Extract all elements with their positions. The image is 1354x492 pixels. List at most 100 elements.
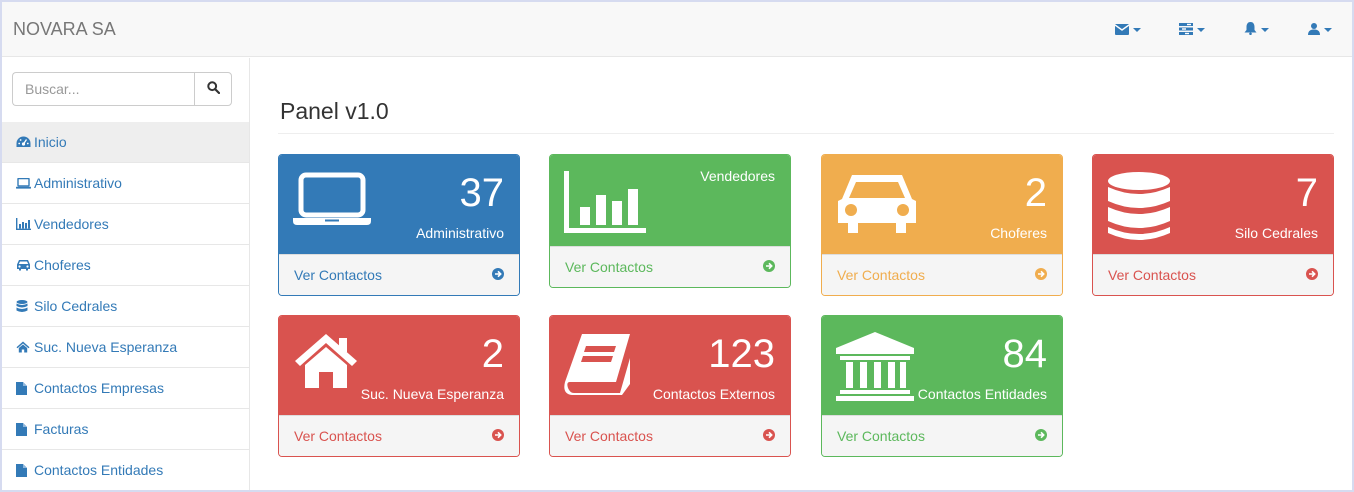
- panel-count: 123: [708, 332, 775, 376]
- panel-label: Contactos Entidades: [917, 386, 1047, 402]
- panel-link-label: Ver Contactos: [837, 267, 925, 283]
- sidebar-item-label: Inicio: [34, 134, 67, 150]
- database-icon: [1107, 171, 1171, 246]
- bar-chart-icon: [16, 218, 34, 230]
- panel-heading: Vendedores: [550, 155, 790, 247]
- sidebar-item-label: Suc. Nueva Esperanza: [34, 339, 178, 355]
- sidebar-item-vendedores[interactable]: Vendedores: [2, 204, 249, 245]
- dashboard-icon: [16, 136, 34, 148]
- view-contacts-link[interactable]: Ver Contactos: [279, 415, 519, 456]
- panel-count: 2: [1024, 171, 1047, 215]
- sidebar-item-contactos-entidades[interactable]: Contactos Entidades: [2, 450, 249, 490]
- top-navbar: NOVARA SA: [2, 2, 1352, 57]
- arrow-circle-right-icon: [763, 428, 775, 444]
- panel-administrativo: 37 Administrativo Ver Contactos: [278, 154, 520, 296]
- panel-suc-nueva-esperanza: 2 Suc. Nueva Esperanza Ver Contactos: [278, 315, 520, 457]
- panel-link-label: Ver Contactos: [294, 267, 382, 283]
- sidebar-item-label: Facturas: [34, 421, 89, 437]
- panel-link-label: Ver Contactos: [294, 428, 382, 444]
- panel-label: Suc. Nueva Esperanza: [360, 386, 504, 402]
- sidebar-item-choferes[interactable]: Choferes: [2, 245, 249, 286]
- panel-label: Vendedores: [700, 168, 775, 184]
- laptop-icon: [16, 177, 34, 189]
- panel-choferes: 2 Choferes Ver Contactos: [821, 154, 1063, 296]
- user-dropdown[interactable]: [1288, 2, 1352, 57]
- envelope-icon: [1114, 22, 1130, 38]
- panel-heading: 84 Contactos Entidades: [822, 316, 1062, 416]
- panel-count: 37: [459, 171, 505, 215]
- panel-link-label: Ver Contactos: [1108, 267, 1196, 283]
- home-icon: [293, 332, 359, 393]
- sidebar-item-label: Contactos Empresas: [34, 380, 164, 396]
- sidebar-menu: Inicio Administrativo Vendedores Chofere…: [2, 122, 249, 490]
- alerts-dropdown[interactable]: [1224, 2, 1288, 57]
- search-button[interactable]: [194, 72, 232, 106]
- sidebar-item-facturas[interactable]: Facturas: [2, 409, 249, 450]
- panel-contactos-externos: 123 Contactos Externos Ver Contactos: [549, 315, 791, 457]
- brand-title[interactable]: NOVARA SA: [13, 19, 116, 40]
- panel-heading: 2 Choferes: [822, 155, 1062, 255]
- sidebar-item-silo-cedrales[interactable]: Silo Cedrales: [2, 286, 249, 327]
- sidebar-item-suc-nueva-esperanza[interactable]: Suc. Nueva Esperanza: [2, 327, 249, 368]
- panel-label: Administrativo: [416, 225, 504, 241]
- panel-silo-cedrales: 7 Silo Cedrales Ver Contactos: [1092, 154, 1334, 296]
- view-contacts-link[interactable]: Ver Contactos: [550, 415, 790, 456]
- sidebar-item-administrativo[interactable]: Administrativo: [2, 163, 249, 204]
- search-input[interactable]: [12, 72, 194, 106]
- arrow-circle-right-icon: [492, 267, 504, 283]
- panel-label: Silo Cedrales: [1234, 225, 1318, 241]
- arrow-circle-right-icon: [1035, 267, 1047, 283]
- arrow-circle-right-icon: [1035, 428, 1047, 444]
- user-icon: [1308, 22, 1320, 38]
- file-icon: [16, 381, 34, 395]
- search-icon: [206, 81, 220, 97]
- sidebar-item-label: Choferes: [34, 257, 91, 273]
- arrow-circle-right-icon: [492, 428, 504, 444]
- panel-heading: 37 Administrativo: [279, 155, 519, 255]
- panel-heading: 2 Suc. Nueva Esperanza: [279, 316, 519, 416]
- car-icon: [836, 171, 918, 238]
- tasks-icon: [1179, 22, 1193, 38]
- chevron-down-icon: [1197, 27, 1205, 32]
- panel-link-label: Ver Contactos: [565, 428, 653, 444]
- navbar-actions: [1096, 2, 1352, 57]
- laptop-icon: [293, 171, 371, 230]
- sidebar-item-label: Silo Cedrales: [34, 298, 118, 314]
- view-contacts-link[interactable]: Ver Contactos: [550, 246, 790, 287]
- sidebar-item-inicio[interactable]: Inicio: [2, 122, 249, 163]
- panel-heading: 123 Contactos Externos: [550, 316, 790, 416]
- sidebar-item-contactos-empresas[interactable]: Contactos Empresas: [2, 368, 249, 409]
- panel-link-label: Ver Contactos: [565, 259, 653, 275]
- messages-dropdown[interactable]: [1096, 2, 1160, 57]
- file-icon: [16, 422, 34, 436]
- sidebar-item-label: Vendedores: [34, 216, 109, 232]
- view-contacts-link[interactable]: Ver Contactos: [822, 415, 1062, 456]
- home-icon: [16, 341, 34, 353]
- bell-icon: [1244, 21, 1257, 38]
- page-title: Panel v1.0: [280, 98, 389, 124]
- panel-heading: 7 Silo Cedrales: [1093, 155, 1333, 255]
- tasks-dropdown[interactable]: [1160, 2, 1224, 57]
- panel-label: Contactos Externos: [652, 386, 775, 402]
- arrow-circle-right-icon: [1306, 267, 1318, 283]
- chevron-down-icon: [1260, 27, 1269, 32]
- sidebar-item-label: Administrativo: [34, 175, 122, 191]
- view-contacts-link[interactable]: Ver Contactos: [1093, 254, 1333, 295]
- panel-count: 84: [1002, 332, 1048, 376]
- panel-count: 2: [481, 332, 504, 376]
- view-contacts-link[interactable]: Ver Contactos: [822, 254, 1062, 295]
- panel-link-label: Ver Contactos: [837, 428, 925, 444]
- panel-count: 7: [1295, 171, 1318, 215]
- database-icon: [16, 299, 34, 313]
- bank-icon: [836, 332, 914, 405]
- arrow-circle-right-icon: [763, 259, 775, 275]
- chevron-down-icon: [1133, 27, 1141, 32]
- view-contacts-link[interactable]: Ver Contactos: [279, 254, 519, 295]
- bar-chart-icon: [564, 171, 646, 236]
- file-icon: [16, 463, 34, 477]
- panel-contactos-entidades: 84 Contactos Entidades Ver Contactos: [821, 315, 1063, 457]
- panel-vendedores: Vendedores Ver Contactos: [549, 154, 791, 288]
- panel-label: Choferes: [990, 225, 1047, 241]
- sidebar: Inicio Administrativo Vendedores Chofere…: [2, 58, 250, 490]
- car-icon: [16, 259, 34, 271]
